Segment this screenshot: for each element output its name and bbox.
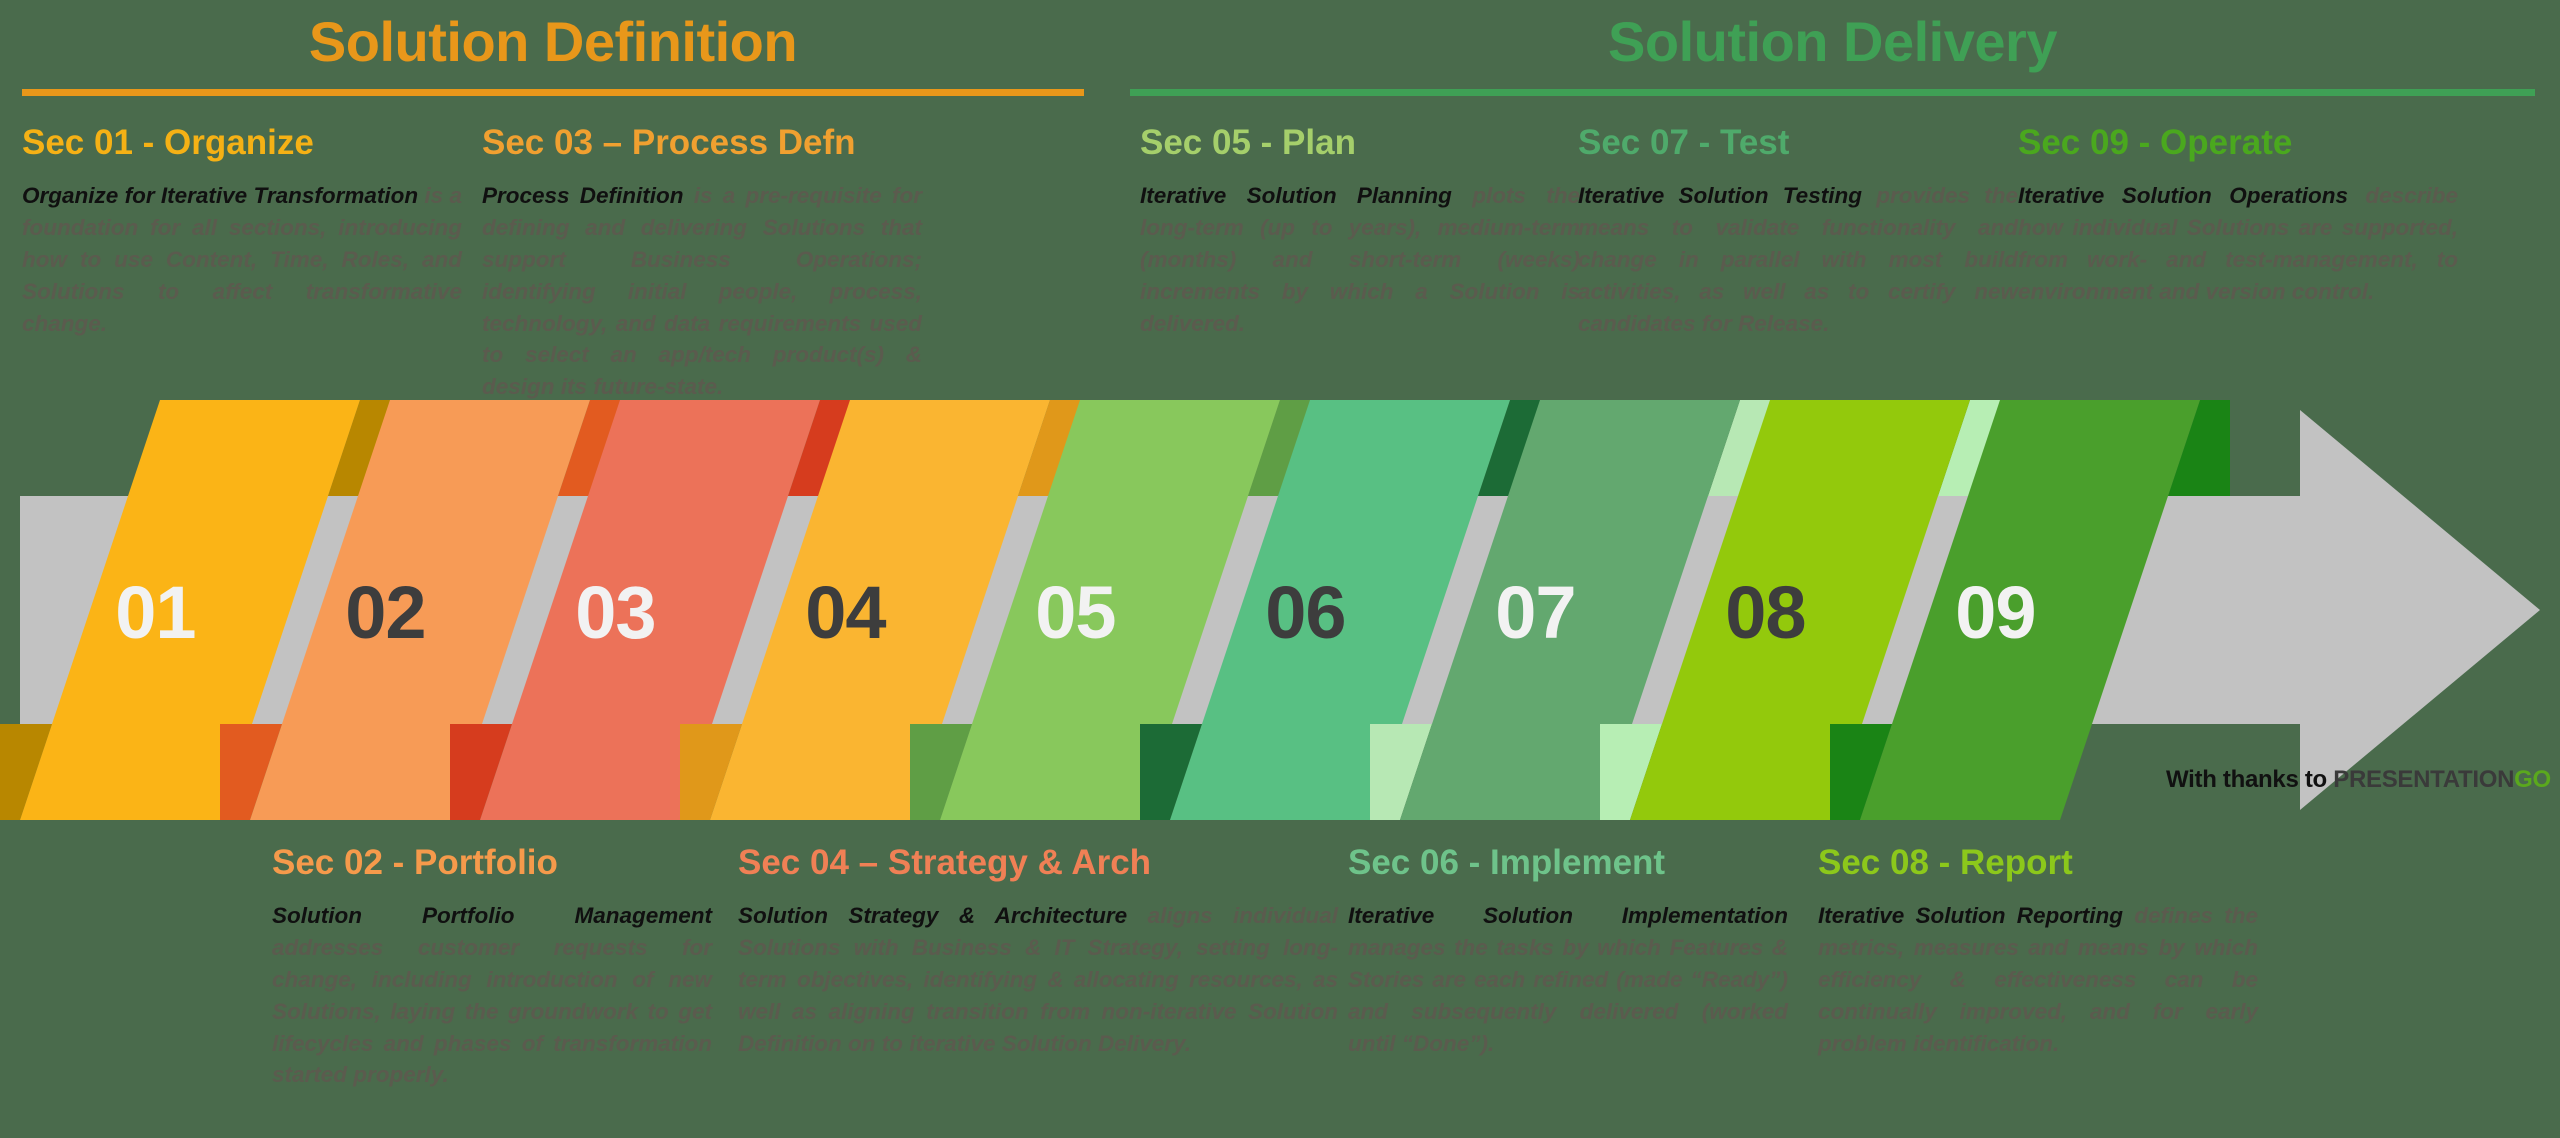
section-title-05: Sec 05 - Plan (1140, 123, 1356, 162)
section-body-03: Process Definition is a pre-requisite fo… (482, 180, 922, 404)
section-block-01: Sec 01 - Organize Organize for Iterative… (22, 123, 462, 340)
section-block-08: Sec 08 - Report Iterative Solution Repor… (1818, 843, 2258, 1060)
phase-rule-definition (22, 89, 1084, 96)
section-block-05: Sec 05 - Plan Iterative Solution Plannin… (1140, 123, 1580, 340)
section-body-09: Iterative Solution Operations describe h… (2018, 180, 2458, 308)
section-body-08: Iterative Solution Reporting defines the… (1818, 900, 2258, 1060)
phase-rule-delivery (1130, 89, 2535, 96)
attribution-credit: With thanks to PRESENTATIONGO (2166, 766, 2551, 794)
section-title-04: Sec 04 – Strategy & Arch (738, 843, 1152, 882)
section-block-09: Sec 09 - Operate Iterative Solution Oper… (2018, 123, 2458, 308)
section-block-03: Sec 03 – Process Defn Process Definition… (482, 123, 922, 404)
section-lead-06: Iterative Solution Implementation (1348, 902, 1788, 928)
section-body-05: Iterative Solution Planning plots the lo… (1140, 180, 1580, 340)
section-title-09: Sec 09 - Operate (2018, 123, 2293, 162)
section-body-01: Organize for Iterative Transformation is… (22, 180, 462, 340)
section-lead-09: Iterative Solution Operations (2018, 182, 2348, 208)
section-title-03: Sec 03 – Process Defn (482, 123, 856, 162)
phase-title-definition: Solution Definition (308, 10, 798, 73)
section-lead-01: Organize for Iterative Transformation (22, 182, 419, 208)
section-body-04: Solution Strategy & Architecture aligns … (738, 900, 1338, 1060)
attribution-brand: PRESENTATION (2333, 766, 2515, 793)
attribution-prefix: With thanks to (2166, 766, 2334, 793)
section-lead-03: Process Definition (482, 182, 684, 208)
chevron-layer (0, 400, 2230, 820)
phase-header-delivery: Solution Delivery (1130, 14, 2535, 96)
process-arrow-band (0, 400, 2560, 820)
section-block-06: Sec 06 - Implement Iterative Solution Im… (1348, 843, 1788, 1060)
section-title-07: Sec 07 - Test (1578, 123, 1790, 162)
section-body-02: Solution Portfolio Management addresses … (272, 900, 712, 1092)
section-text-03: is a pre-requisite for defining and deli… (482, 182, 923, 400)
section-lead-02: Solution Portfolio Management (272, 902, 712, 928)
phase-title-delivery: Solution Delivery (1608, 10, 2057, 73)
section-title-08: Sec 08 - Report (1818, 843, 2073, 882)
section-lead-07: Iterative Solution Testing (1578, 182, 1862, 208)
section-body-06: Iterative Solution Implementation manage… (1348, 900, 1788, 1060)
section-body-07: Iterative Solution Testing provides the … (1578, 180, 2018, 340)
section-block-04: Sec 04 – Strategy & Arch Solution Strate… (738, 843, 1338, 1060)
section-lead-08: Iterative Solution Reporting (1818, 902, 2123, 928)
section-title-02: Sec 02 - Portfolio (272, 843, 558, 882)
section-lead-05: Iterative Solution Planning (1140, 182, 1452, 208)
section-lead-04: Solution Strategy & Architecture (738, 902, 1128, 928)
section-block-02: Sec 02 - Portfolio Solution Portfolio Ma… (272, 843, 712, 1092)
section-block-07: Sec 07 - Test Iterative Solution Testing… (1578, 123, 2018, 340)
attribution-brand-suffix: GO (2514, 766, 2551, 793)
infographic-canvas: Solution Definition Solution Delivery Se… (0, 0, 2560, 1138)
section-title-06: Sec 06 - Implement (1348, 843, 1666, 882)
section-text-06: manages the tasks by which Features & St… (1348, 934, 1788, 1056)
section-title-01: Sec 01 - Organize (22, 123, 314, 162)
phase-header-definition: Solution Definition (22, 14, 1084, 96)
section-text-02: addresses customer requests for change, … (272, 934, 712, 1088)
